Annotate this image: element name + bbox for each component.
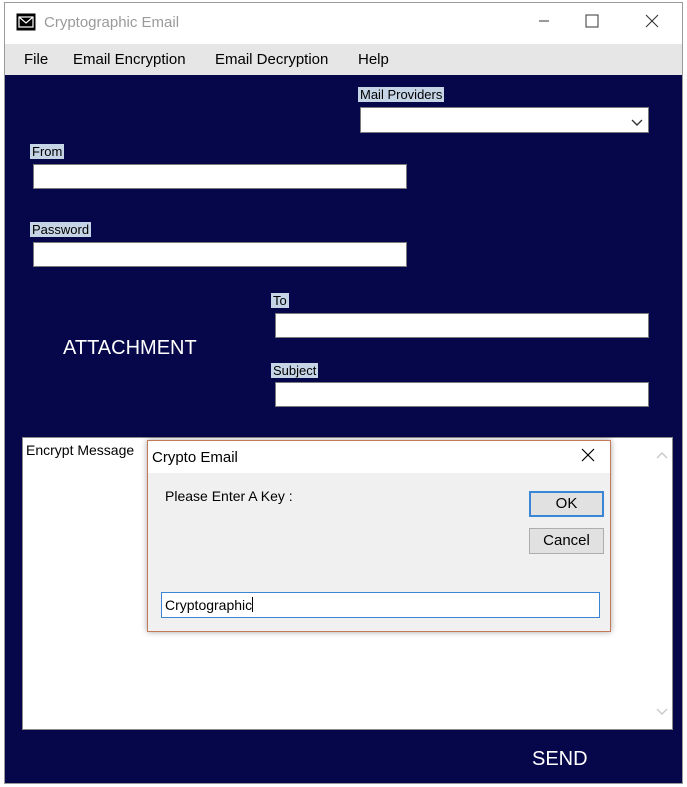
window-title: Cryptographic Email — [44, 14, 180, 31]
key-input-value: Cryptographic — [165, 597, 253, 613]
password-field[interactable] — [33, 242, 407, 267]
message-label: Encrypt Message — [26, 442, 135, 458]
dialog-title: Crypto Email — [152, 449, 238, 466]
envelope-icon — [16, 13, 36, 31]
minimize-icon — [538, 14, 550, 32]
to-label: To — [271, 293, 289, 308]
key-dialog: Crypto Email Please Enter A Key : OK Can… — [147, 440, 611, 632]
key-input[interactable]: Cryptographic — [161, 592, 600, 618]
message-scrollbar[interactable] — [652, 438, 672, 729]
minimize-button[interactable] — [521, 3, 567, 43]
subject-label: Subject — [271, 363, 319, 378]
from-field[interactable] — [33, 164, 407, 189]
dialog-close-button[interactable] — [570, 441, 606, 473]
attachment-button[interactable]: ATTACHMENT — [63, 337, 197, 360]
subject-field[interactable] — [275, 382, 649, 407]
maximize-button[interactable] — [569, 3, 615, 43]
scroll-down-icon[interactable] — [656, 703, 668, 721]
chevron-down-icon — [631, 115, 643, 133]
to-field[interactable] — [275, 313, 649, 338]
close-icon — [645, 14, 659, 33]
cancel-button[interactable]: Cancel — [529, 528, 604, 554]
ok-button[interactable]: OK — [529, 491, 604, 517]
text-caret — [252, 597, 254, 612]
menu-bar: File Email Encryption Email Decryption H… — [5, 44, 682, 75]
title-bar[interactable]: Cryptographic Email — [5, 3, 682, 43]
menu-email-encryption[interactable]: Email Encryption — [73, 51, 186, 68]
mail-providers-dropdown[interactable] — [360, 107, 649, 133]
maximize-icon — [585, 14, 599, 33]
menu-file[interactable]: File — [24, 51, 48, 68]
password-label: Password — [30, 222, 92, 237]
scroll-up-icon[interactable] — [656, 446, 668, 464]
close-icon — [581, 448, 595, 467]
main-window: Cryptographic Email File Email Encryptio… — [4, 2, 683, 784]
from-label: From — [30, 144, 65, 159]
dialog-prompt: Please Enter A Key : — [165, 488, 293, 504]
mail-providers-label: Mail Providers — [358, 87, 445, 102]
close-button[interactable] — [629, 3, 675, 43]
dialog-title-bar[interactable]: Crypto Email — [148, 441, 610, 473]
menu-help[interactable]: Help — [358, 51, 389, 68]
menu-email-decryption[interactable]: Email Decryption — [215, 51, 328, 68]
send-button[interactable]: SEND — [532, 748, 588, 771]
form-area: Mail Providers From Password To ATTACHME… — [5, 75, 682, 783]
